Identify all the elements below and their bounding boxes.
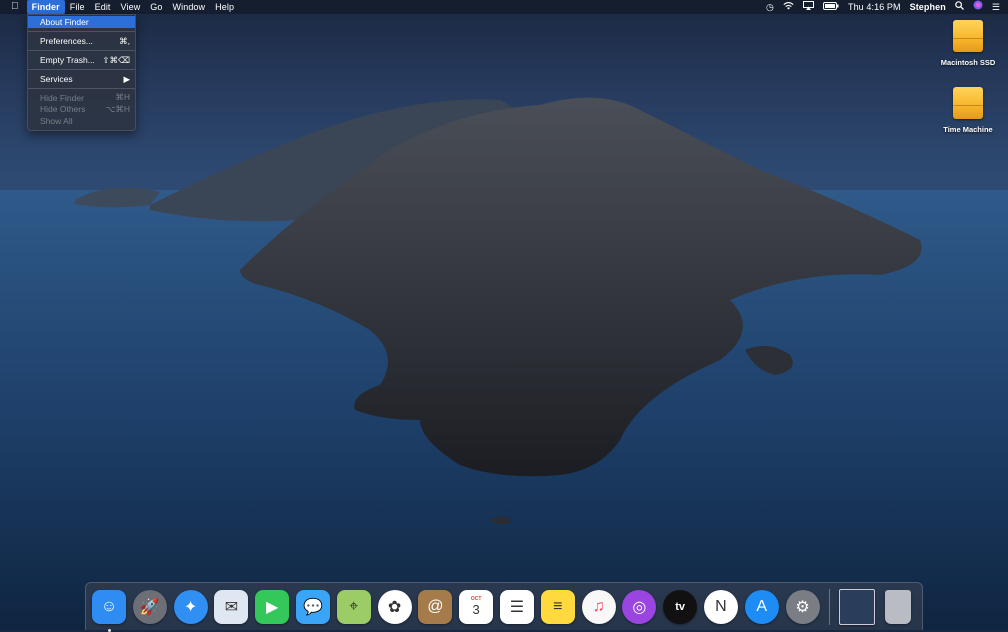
menu-file[interactable]: File bbox=[65, 0, 90, 14]
menu-item-empty-trash[interactable]: Empty Trash... ⇧⌘⌫ bbox=[28, 54, 135, 66]
mail-icon: ✉ bbox=[214, 589, 249, 624]
dock-app-facetime[interactable]: ▶ bbox=[254, 589, 290, 625]
facetime-icon: ▶ bbox=[255, 589, 290, 624]
menu-item-about-finder[interactable]: About Finder bbox=[28, 16, 135, 28]
menu-finder[interactable]: Finder bbox=[26, 0, 65, 14]
finder-menu-dropdown: About Finder Preferences... ⌘, Empty Tras… bbox=[27, 14, 136, 131]
menu-separator bbox=[28, 69, 135, 70]
menu-go[interactable]: Go bbox=[145, 0, 167, 14]
menu-window[interactable]: Window bbox=[168, 0, 211, 14]
clock-text[interactable]: Thu 4:16 PM bbox=[848, 0, 901, 14]
dock-app-news[interactable]: N bbox=[703, 589, 739, 625]
calendar-icon: OCT 3 bbox=[459, 589, 494, 624]
music-icon: ♫ bbox=[581, 589, 616, 624]
apple-menu-icon[interactable]:  bbox=[0, 0, 27, 14]
dock-app-safari[interactable]: ✦ bbox=[173, 589, 209, 625]
shortcut-empty-trash: ⇧⌘⌫ bbox=[102, 54, 130, 65]
dock-app-trash[interactable] bbox=[880, 589, 916, 625]
wallpaper bbox=[0, 97, 1008, 630]
dock-app-photos[interactable]: ✿ bbox=[377, 589, 413, 625]
menu-edit[interactable]: Edit bbox=[90, 0, 116, 14]
dock-app-music[interactable]: ♫ bbox=[581, 589, 617, 625]
finder-icon: ☺ bbox=[92, 589, 126, 624]
menu-help[interactable]: Help bbox=[210, 0, 239, 14]
news-icon: N bbox=[703, 589, 738, 624]
hard-drive-icon bbox=[953, 87, 983, 119]
desktop-disk-macintosh-ssd[interactable]: Macintosh SSD bbox=[933, 20, 1003, 67]
shortcut-preferences: ⌘, bbox=[119, 35, 130, 46]
dock-app-calendar[interactable]: OCT 3 bbox=[458, 589, 494, 625]
dock-app-desktop-stack[interactable] bbox=[839, 588, 876, 625]
menu-separator bbox=[28, 88, 135, 89]
reminders-icon: ☰ bbox=[499, 589, 534, 624]
time-machine-icon[interactable]: ◷ bbox=[766, 0, 774, 14]
notification-center-icon[interactable]: ☰ bbox=[992, 0, 1000, 14]
contacts-icon: @ bbox=[418, 589, 453, 624]
disk-label: Time Machine bbox=[943, 125, 993, 134]
menu-bar:  Finder File Edit View Go Window Help ◷… bbox=[0, 0, 1008, 14]
wifi-icon[interactable] bbox=[783, 0, 794, 14]
podcasts-icon: ◎ bbox=[622, 589, 657, 624]
dock-app-launchpad[interactable]: 🚀 bbox=[132, 589, 168, 625]
shortcut-hide-others: ⌥⌘H bbox=[105, 103, 130, 114]
siri-icon[interactable] bbox=[973, 0, 983, 14]
dock: ☺ 🚀 ✦ ✉ ▶ 💬 ⌖ ✿ @ OCT 3 ☰ ≡ ♫ ◎ tv N A ⚙ bbox=[85, 582, 923, 632]
spotlight-search-icon[interactable] bbox=[955, 0, 964, 14]
disk-label: Macintosh SSD bbox=[940, 58, 996, 67]
menu-item-hide-others[interactable]: Hide Others ⌥⌘H bbox=[28, 104, 135, 116]
airplay-icon[interactable] bbox=[802, 0, 814, 14]
app-store-icon: A bbox=[744, 589, 779, 624]
notes-icon: ≡ bbox=[540, 589, 575, 624]
dock-app-maps[interactable]: ⌖ bbox=[336, 589, 372, 625]
dock-app-messages[interactable]: 💬 bbox=[295, 589, 331, 625]
messages-icon: 💬 bbox=[295, 589, 330, 624]
desktop-disk-time-machine[interactable]: Time Machine bbox=[933, 87, 1003, 134]
trash-icon bbox=[885, 589, 912, 624]
dock-app-podcasts[interactable]: ◎ bbox=[621, 589, 657, 625]
dock-app-finder[interactable]: ☺ bbox=[91, 589, 127, 632]
desktop-stack-icon bbox=[839, 588, 876, 625]
dock-separator bbox=[829, 588, 831, 625]
hard-drive-icon bbox=[953, 20, 983, 52]
menu-view[interactable]: View bbox=[116, 0, 146, 14]
running-indicator bbox=[108, 628, 111, 632]
maps-icon: ⌖ bbox=[336, 589, 371, 624]
dock-app-reminders[interactable]: ☰ bbox=[499, 589, 535, 625]
menu-item-show-all[interactable]: Show All bbox=[28, 115, 135, 127]
user-name[interactable]: Stephen bbox=[910, 0, 946, 14]
system-preferences-icon: ⚙ bbox=[785, 589, 820, 624]
dock-app-notes[interactable]: ≡ bbox=[540, 589, 576, 625]
menu-item-preferences[interactable]: Preferences... ⌘, bbox=[28, 35, 135, 47]
submenu-arrow-icon: ▶ bbox=[123, 73, 130, 84]
shortcut-hide-finder: ⌘H bbox=[115, 92, 130, 103]
menu-separator bbox=[28, 50, 135, 51]
launchpad-icon: 🚀 bbox=[132, 589, 167, 624]
photos-icon: ✿ bbox=[377, 589, 412, 624]
battery-icon[interactable] bbox=[822, 0, 839, 14]
tv-icon: tv bbox=[663, 589, 698, 624]
menu-item-services[interactable]: Services ▶ bbox=[28, 73, 135, 85]
dock-app-tv[interactable]: tv bbox=[662, 589, 698, 625]
dock-app-mail[interactable]: ✉ bbox=[213, 589, 249, 625]
menu-item-hide-finder[interactable]: Hide Finder ⌘H bbox=[28, 92, 135, 104]
safari-icon: ✦ bbox=[173, 589, 208, 624]
dock-app-app-store[interactable]: A bbox=[744, 589, 780, 625]
dock-app-system-preferences[interactable]: ⚙ bbox=[785, 589, 821, 625]
menu-separator bbox=[28, 31, 135, 32]
calendar-day-label: 3 bbox=[472, 601, 480, 617]
dock-app-contacts[interactable]: @ bbox=[417, 589, 453, 625]
